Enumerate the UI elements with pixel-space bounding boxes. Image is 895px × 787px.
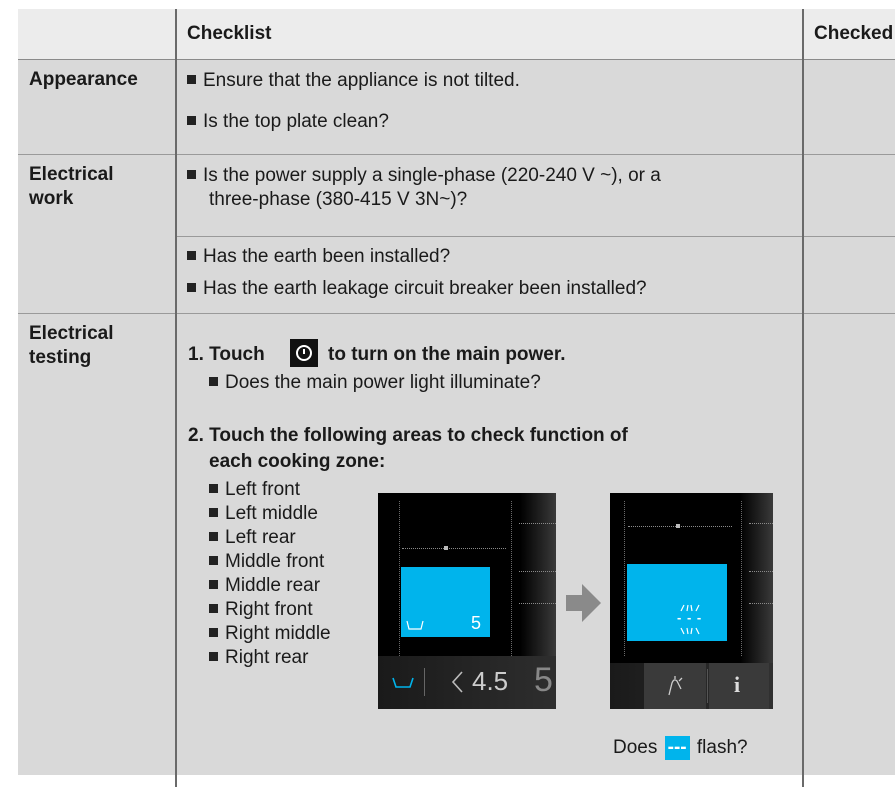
slider-next-value: 5 (534, 661, 553, 699)
zone-level-bar: - - - (627, 564, 727, 641)
list-item: Has the earth leakage circuit breaker be… (187, 278, 647, 300)
step-2-continued: each cooking zone: (209, 451, 386, 472)
list-item: Does the main power light illuminate? (209, 372, 541, 394)
flashing-dashes: - - - (677, 610, 703, 625)
pot-icon (406, 620, 424, 630)
power-icon (290, 339, 318, 367)
wipe-protection-button[interactable] (644, 663, 706, 709)
flash-question: Does --- flash? (613, 736, 748, 760)
function-bar: i (610, 663, 773, 709)
list-item: Right rear (209, 647, 308, 669)
pot-icon (392, 677, 414, 688)
row-label-electrical-testing: Electrical testing (29, 323, 114, 368)
info-button[interactable]: i (709, 663, 769, 709)
list-item: Is the power supply a single-phase (220-… (187, 165, 661, 187)
list-item: Left middle (209, 503, 318, 525)
row-label-appearance: Appearance (29, 69, 138, 90)
list-item: Ensure that the appliance is not tilted. (187, 70, 520, 92)
list-item: Has the earth been installed? (187, 246, 450, 268)
list-item: Is the top plate clean? (187, 111, 389, 133)
chevron-left-icon (451, 671, 463, 693)
list-item: Left front (209, 479, 300, 501)
slider-value: 4.5 (472, 666, 509, 696)
display-after: - - - i (610, 493, 773, 709)
info-icon: i (734, 672, 741, 697)
zone-level-value: 5 (471, 613, 482, 633)
display-before: 5 4.5 5 (378, 493, 556, 709)
zone-level-bar: 5 (401, 567, 490, 637)
flash-symbol: --- (664, 736, 690, 760)
header-checked: Checked (814, 23, 894, 44)
slider-bar: 4.5 5 (378, 656, 556, 709)
step-2: 2. Touch the following areas to check fu… (188, 425, 628, 446)
list-item: Right middle (209, 623, 331, 645)
arrow-right-icon (566, 584, 601, 622)
list-item: Middle front (209, 551, 324, 573)
list-item: Left rear (209, 527, 296, 549)
step-1: 1. Touch (188, 344, 265, 365)
list-item: Right front (209, 599, 313, 621)
list-item-continued: three-phase (380-415 V 3N~)? (209, 189, 468, 210)
table-header (18, 9, 895, 59)
row-label-electrical-work: Electrical work (29, 164, 114, 209)
step-1-text: to turn on the main power. (328, 344, 566, 365)
wipe-protection-icon (668, 676, 683, 696)
list-item: Middle rear (209, 575, 320, 597)
header-checklist: Checklist (187, 23, 272, 44)
